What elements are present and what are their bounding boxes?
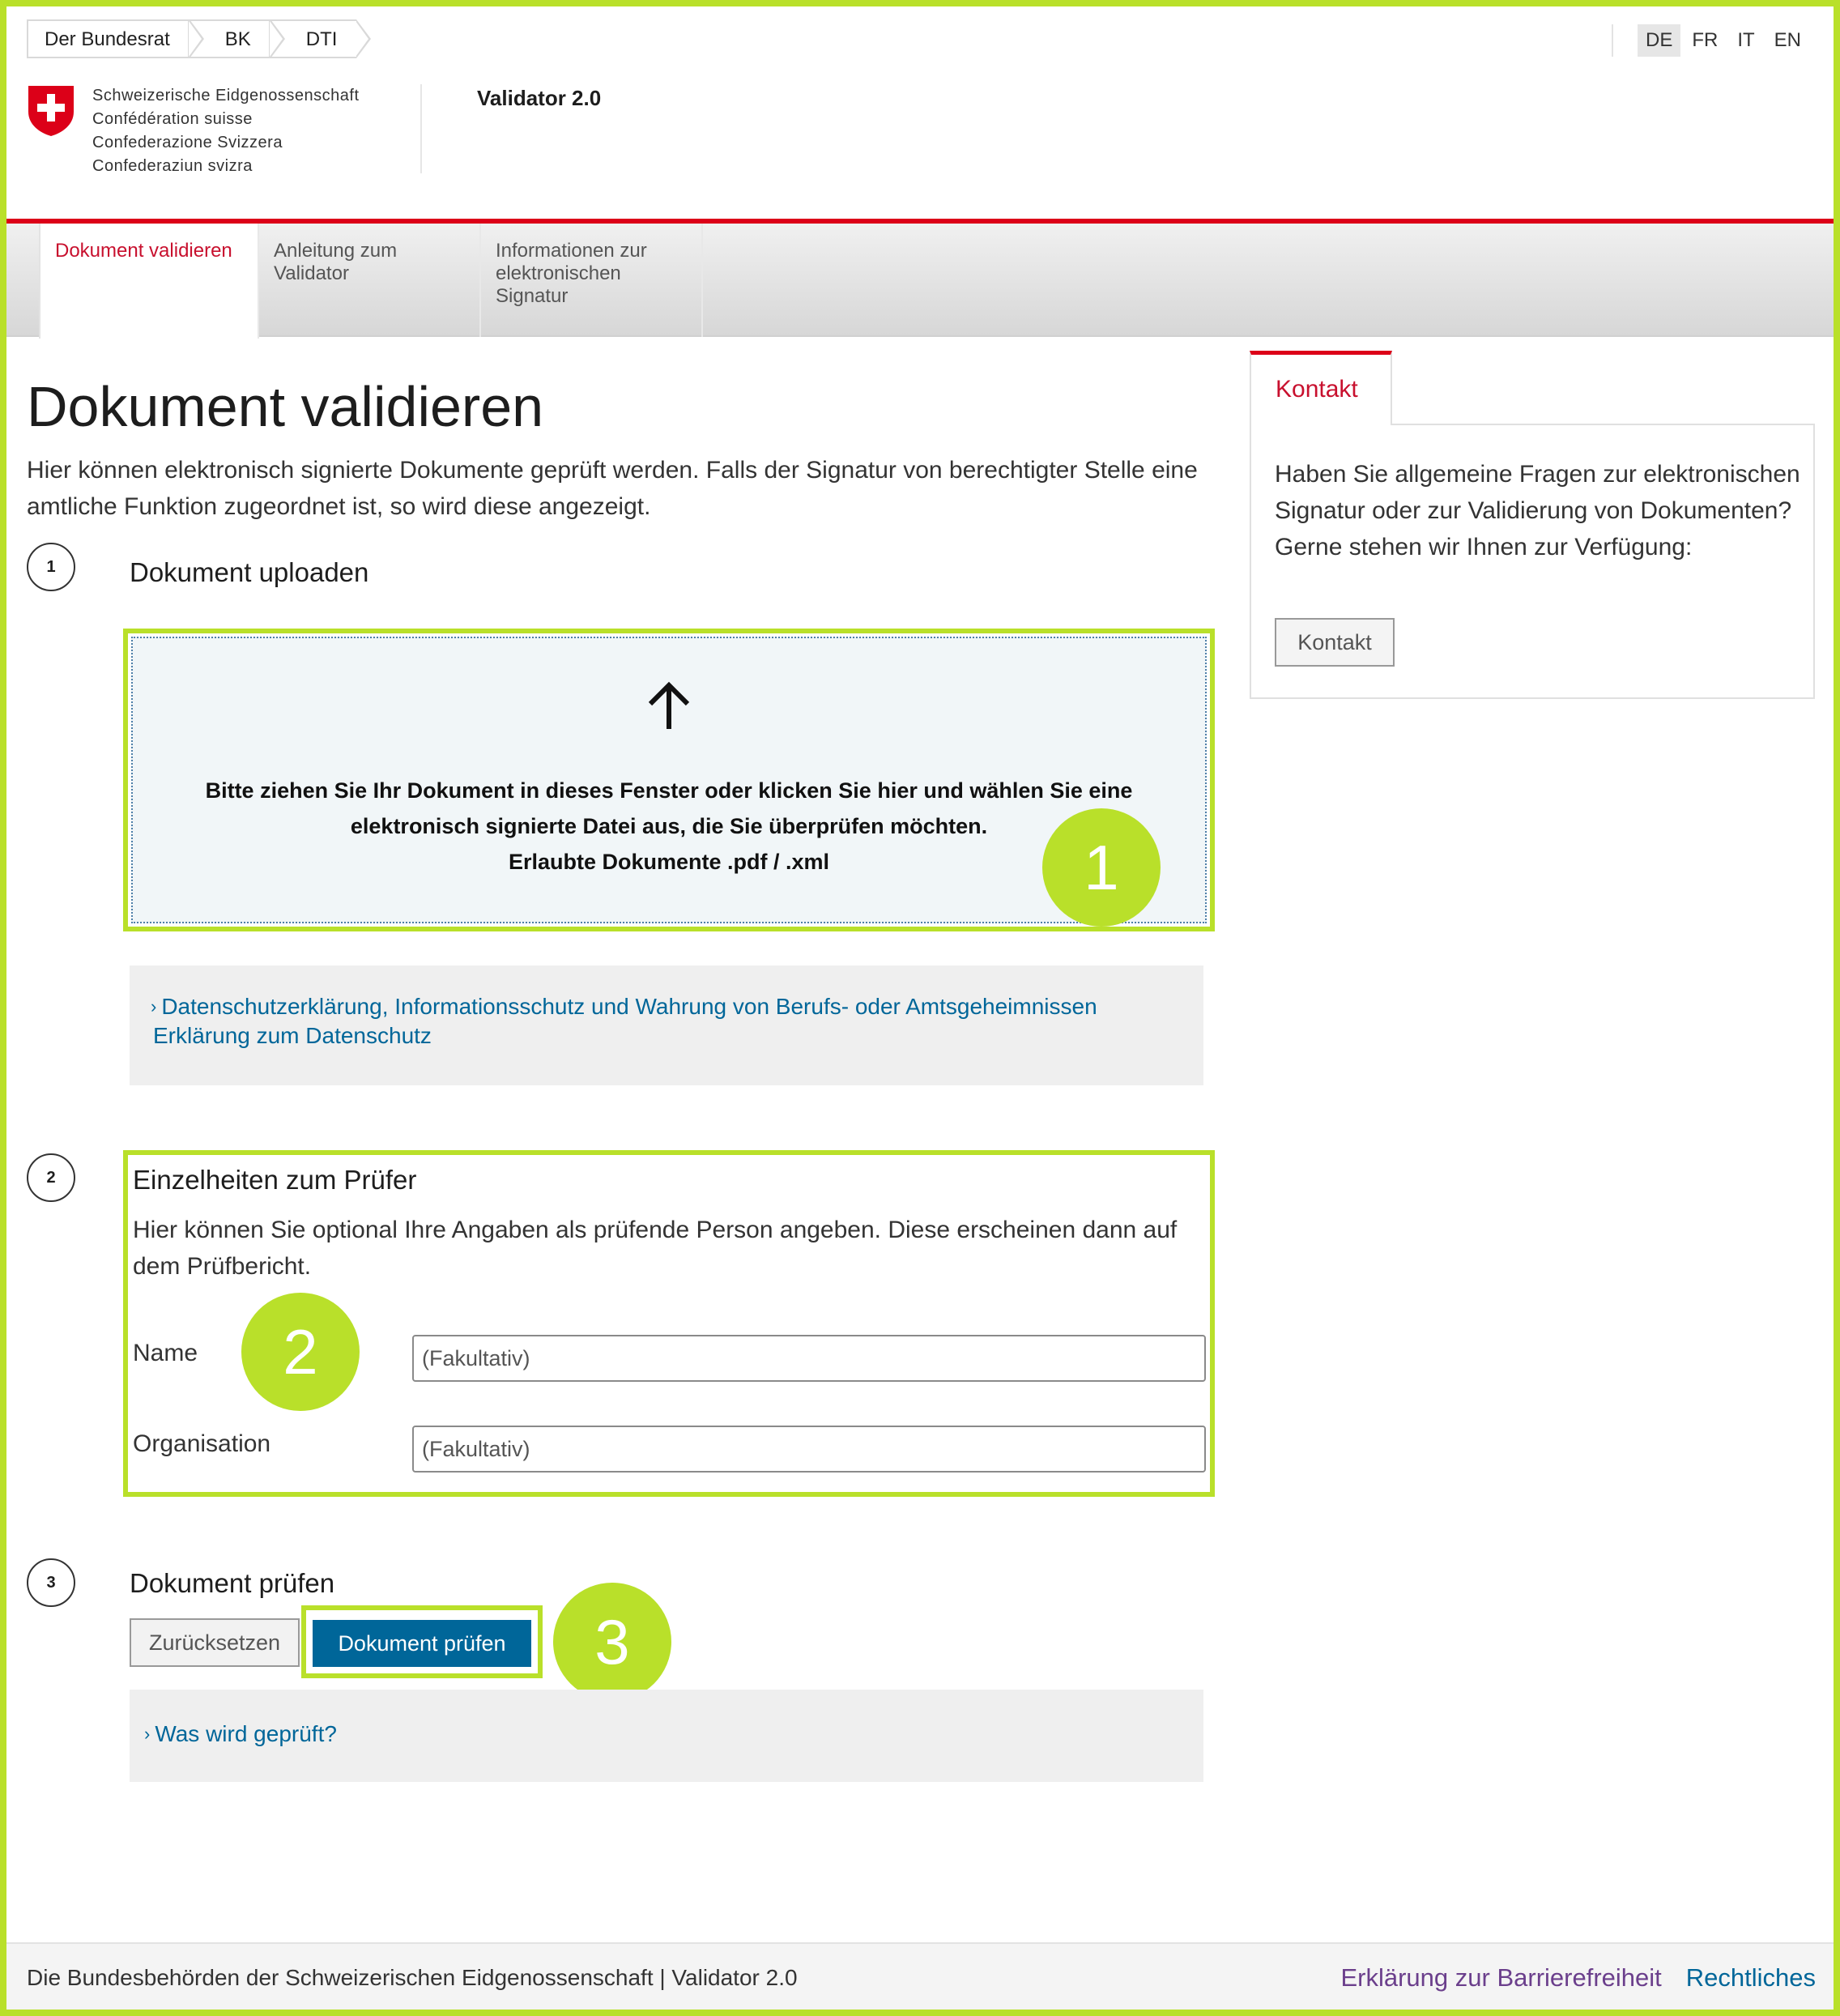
reset-button[interactable]: Zurücksetzen	[130, 1618, 300, 1667]
upload-arrow-icon	[133, 680, 1205, 735]
lang-en[interactable]: EN	[1766, 24, 1809, 57]
lang-fr[interactable]: FR	[1684, 24, 1726, 57]
upload-instructions: Bitte ziehen Sie Ihr Dokument in dieses …	[181, 773, 1156, 880]
main-nav: Dokument validieren Anleitung zum Valida…	[6, 224, 1834, 339]
kontakt-text: Haben Sie allgemeine Fragen zur elektron…	[1275, 461, 1800, 560]
intro-text: Hier können elektronisch signierte Dokum…	[27, 457, 1198, 520]
breadcrumb: Der Bundesrat BK DTI	[27, 19, 372, 58]
check-document-button[interactable]: Dokument prüfen	[313, 1620, 531, 1667]
chevron-right-icon: ›	[144, 1724, 151, 1744]
app-title: Validator 2.0	[477, 86, 602, 110]
kontakt-panel: Haben Sie allgemeine Fragen zur elektron…	[1250, 424, 1815, 699]
lang-it[interactable]: IT	[1729, 24, 1762, 57]
confederation-name: Schweizerische Eidgenossenschaft Confédé…	[92, 84, 360, 178]
header-divider	[420, 84, 422, 173]
organisation-input[interactable]	[412, 1426, 1206, 1473]
annotation-badge-2: 2	[241, 1293, 360, 1411]
tab-dokument-validieren[interactable]: Dokument validieren	[39, 224, 259, 339]
privacy-link-label: Datenschutzerklärung, Informationsschutz…	[161, 994, 1097, 1019]
step-title-upload: Dokument uploaden	[130, 557, 369, 587]
step-title-details: Einzelheiten zum Prüfer	[133, 1165, 417, 1195]
page-title: Dokument validieren	[27, 375, 544, 438]
step-number-3: 3	[27, 1558, 75, 1607]
confederation-it: Confederazione Svizzera	[92, 134, 283, 151]
upload-instruction-line1: Bitte ziehen Sie Ihr Dokument in dieses …	[205, 778, 1133, 803]
what-checked-infobox: › Was wird geprüft?	[130, 1690, 1203, 1782]
privacy-declaration-link[interactable]: Erklärung zum Datenschutz	[153, 1021, 432, 1051]
step-title-check: Dokument prüfen	[130, 1568, 335, 1598]
step-number-2: 2	[27, 1153, 75, 1202]
legal-link[interactable]: Rechtliches	[1686, 1963, 1816, 1993]
tab-anleitung[interactable]: Anleitung zum Validator	[259, 224, 481, 337]
kontakt-tab[interactable]: Kontakt	[1250, 351, 1392, 425]
what-checked-label: Was wird geprüft?	[155, 1721, 337, 1746]
swiss-coat-of-arms-icon[interactable]	[27, 84, 75, 138]
annotation-badge-1: 1	[1042, 808, 1161, 927]
confederation-de: Schweizerische Eidgenossenschaft	[92, 87, 360, 104]
details-description: Hier können Sie optional Ihre Angaben al…	[133, 1217, 1178, 1280]
accessibility-link[interactable]: Erklärung zur Barrierefreiheit	[1340, 1963, 1661, 1993]
privacy-infobox: › Datenschutzerklärung, Informationsschut…	[130, 965, 1203, 1085]
organisation-label: Organisation	[133, 1430, 271, 1457]
upload-instruction-line2: elektronisch signierte Datei aus, die Si…	[350, 814, 988, 838]
kontakt-button[interactable]: Kontakt	[1275, 618, 1395, 667]
chevron-right-icon: ›	[151, 996, 157, 1017]
footer-text: Die Bundesbehörden der Schweizerischen E…	[27, 1965, 798, 1990]
check-button-highlight: Dokument prüfen	[301, 1605, 543, 1678]
what-checked-link[interactable]: › Was wird geprüft?	[144, 1719, 337, 1750]
upload-allowed-types: Erlaubte Dokumente .pdf / .xml	[508, 850, 830, 874]
tab-informationen[interactable]: Informationen zur elektronischen Signatu…	[481, 224, 703, 337]
confederation-rm: Confederaziun svizra	[92, 157, 253, 175]
footer: Die Bundesbehörden der Schweizerischen E…	[6, 1942, 1834, 2010]
confederation-fr: Confédération suisse	[92, 110, 253, 128]
privacy-link[interactable]: › Datenschutzerklärung, Informationsschut…	[151, 991, 1097, 1023]
step-number-1: 1	[27, 543, 75, 591]
language-divider	[1611, 24, 1613, 57]
lang-de[interactable]: DE	[1637, 24, 1681, 57]
language-switcher: DE FR IT EN	[1611, 24, 1809, 57]
kontakt-tab-label: Kontakt	[1276, 376, 1358, 403]
breadcrumb-bundesrat[interactable]: Der Bundesrat	[27, 19, 204, 58]
annotation-badge-3: 3	[553, 1583, 671, 1701]
footer-links: Erklärung zur Barrierefreiheit Rechtlich…	[1340, 1963, 1816, 1993]
name-label: Name	[133, 1340, 198, 1366]
name-input[interactable]	[412, 1335, 1206, 1382]
